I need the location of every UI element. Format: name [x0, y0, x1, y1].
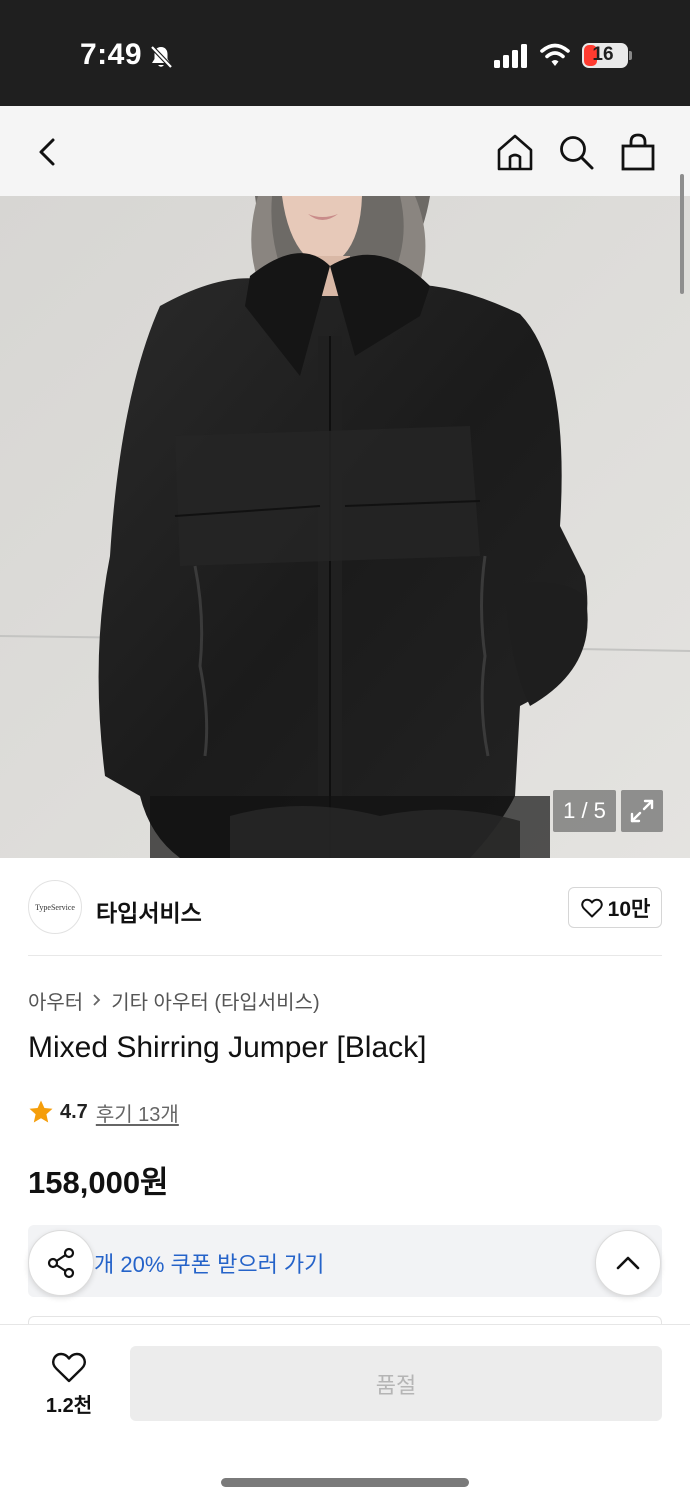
- page-scroll-indicator: [680, 174, 684, 294]
- bottom-action-bar: 1.2천 품절: [0, 1324, 690, 1500]
- chevron-up-icon: [616, 1256, 640, 1270]
- expand-image-button[interactable]: [621, 790, 663, 832]
- heart-icon: [580, 898, 603, 917]
- home-icon: [497, 134, 533, 171]
- cart-icon: [621, 133, 655, 171]
- review-link[interactable]: 후기 13개: [96, 1098, 179, 1127]
- brand-logo-text: TypeService: [35, 902, 75, 912]
- battery-icon: 16: [582, 43, 628, 68]
- share-icon: [47, 1247, 75, 1279]
- chevron-right-icon: [93, 994, 101, 1006]
- product-image[interactable]: [0, 196, 690, 858]
- signal-icon: [494, 44, 527, 68]
- heart-icon: [51, 1352, 87, 1383]
- cart-button[interactable]: [616, 130, 660, 174]
- breadcrumb-subcategory[interactable]: 기타 아우터 (타입서비스): [111, 986, 319, 1015]
- top-nav-bar: [0, 106, 690, 196]
- bell-off-icon: [150, 45, 173, 69]
- brand-name[interactable]: 타입서비스: [96, 894, 202, 928]
- rating-value: 4.7: [60, 1100, 88, 1123]
- coupon-text: 개 20% 쿠폰 받으러 가기: [94, 1252, 325, 1277]
- rating-row: 4.7 후기 13개: [28, 1098, 179, 1126]
- brand-like-count: 10만: [607, 897, 651, 921]
- divider: [28, 955, 662, 956]
- breadcrumb: 아우터 기타 아우터 (타입서비스): [28, 986, 320, 1015]
- status-time: 7:49: [80, 38, 143, 71]
- scroll-top-button[interactable]: [595, 1230, 661, 1296]
- status-bar: 7:49 16: [0, 0, 690, 106]
- wishlist-count: 1.2천: [45, 1395, 93, 1417]
- battery-percent: 16: [592, 44, 614, 65]
- battery-cap: [629, 51, 632, 60]
- brand-row: TypeService 타입서비스 10만: [28, 880, 662, 936]
- back-button[interactable]: [26, 130, 70, 174]
- expand-icon: [630, 799, 654, 823]
- product-price: 158,000원: [28, 1165, 169, 1200]
- product-photo-illustration: [0, 196, 690, 858]
- wishlist-button[interactable]: 1.2천: [28, 1349, 110, 1429]
- product-title: Mixed Shirring Jumper [Black]: [28, 1031, 427, 1064]
- search-icon: [560, 136, 594, 170]
- share-button[interactable]: [28, 1230, 94, 1296]
- home-button[interactable]: [493, 130, 537, 174]
- gallery-counter: 1 / 5: [553, 790, 616, 832]
- brand-logo[interactable]: TypeService: [28, 880, 82, 934]
- search-button[interactable]: [554, 130, 598, 174]
- soldout-button[interactable]: 품절: [130, 1346, 662, 1421]
- wifi-icon: [540, 43, 570, 66]
- coupon-banner[interactable]: 개 20% 쿠폰 받으러 가기: [28, 1225, 662, 1297]
- brand-like-button[interactable]: 10만: [568, 887, 662, 928]
- back-icon: [39, 138, 55, 166]
- star-icon: [29, 1100, 53, 1123]
- home-indicator: [221, 1478, 469, 1487]
- breadcrumb-category[interactable]: 아우터: [28, 986, 83, 1015]
